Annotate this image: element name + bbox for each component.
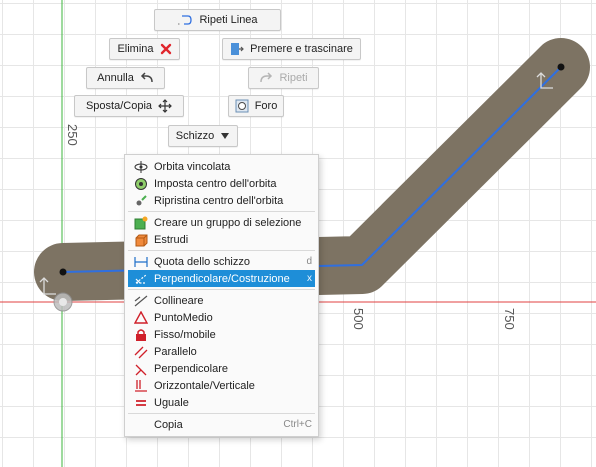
midpoint-icon [133, 310, 149, 326]
menu-item-label: Orizzontale/Verticale [154, 379, 255, 392]
hole-label: Foro [254, 100, 278, 112]
undo-label: Annulla [97, 72, 134, 84]
repeat-line-label: Ripeti Linea [199, 14, 258, 26]
dropdown-triangle-icon [220, 132, 230, 140]
menu-item-normal-construction[interactable]: Perpendicolare/Costruzione x [128, 270, 315, 287]
orbit-constrained-icon [133, 159, 149, 175]
sketch-label: Schizzo [175, 130, 215, 142]
press-pull-button[interactable]: Premere e trascinare [222, 38, 361, 60]
menu-item-label: Perpendicolare [154, 362, 228, 375]
origin-center [59, 298, 67, 306]
sketch-point-end[interactable] [557, 63, 565, 71]
fix-unfix-icon [133, 327, 149, 343]
menu-item-shortcut: x [307, 273, 312, 284]
menu-item-label: Collineare [154, 294, 204, 307]
menu-item-label: Parallelo [154, 345, 197, 358]
menu-item-shortcut: d [306, 256, 312, 267]
axis-label-500: 500 [351, 308, 366, 330]
sketch-dropdown-button[interactable]: Schizzo [168, 125, 238, 147]
redo-arrow-icon [259, 72, 273, 84]
delete-button[interactable]: Elimina [109, 38, 180, 60]
menu-item-copy[interactable]: Copia Ctrl+C [128, 416, 315, 433]
axis-label-750: 750 [502, 308, 517, 330]
menu-item-label: Creare un gruppo di selezione [154, 216, 302, 229]
repeat-line-button[interactable]: Ripeti Linea [154, 9, 281, 31]
horizontal-vertical-icon [133, 378, 149, 394]
menu-item-orbit-constrained[interactable]: Orbita vincolata [128, 158, 315, 175]
orbit-center-icon [133, 176, 149, 192]
menu-item-label: Perpendicolare/Costruzione [154, 272, 290, 285]
sketch-dimension-icon [133, 254, 149, 270]
menu-item-set-orbit-center[interactable]: Imposta centro dell'orbita [128, 175, 315, 192]
move-copy-label: Sposta/Copia [85, 100, 153, 112]
menu-item-fix-unfix[interactable]: Fisso/mobile [128, 326, 315, 343]
menu-separator [128, 413, 315, 414]
menu-item-label: Imposta centro dell'orbita [154, 177, 277, 190]
menu-item-midpoint[interactable]: PuntoMedio [128, 309, 315, 326]
collinear-icon [133, 293, 149, 309]
press-pull-icon [230, 41, 244, 57]
parallel-icon [133, 344, 149, 360]
menu-item-label: Fisso/mobile [154, 328, 216, 341]
extrude-icon [133, 232, 149, 248]
menu-item-label: Estrudi [154, 233, 189, 246]
normal-construction-icon [133, 271, 149, 287]
menu-item-label: Copia [154, 418, 183, 431]
press-pull-label: Premere e trascinare [250, 43, 353, 55]
menu-item-shortcut: Ctrl+C [283, 419, 312, 430]
hole-icon [235, 99, 249, 113]
delete-label: Elimina [117, 43, 154, 55]
menu-item-label: Ripristina centro dell'orbita [154, 194, 284, 207]
menu-item-label: Uguale [154, 396, 189, 409]
undo-arrow-icon [140, 72, 154, 84]
redo-button[interactable]: Ripeti [248, 67, 319, 89]
menu-item-label: PuntoMedio [154, 311, 213, 324]
reset-orbit-icon [133, 193, 149, 209]
menu-item-parallel[interactable]: Parallelo [128, 343, 315, 360]
redo-label: Ripeti [279, 72, 308, 84]
selection-group-icon [133, 215, 149, 231]
menu-separator [128, 211, 315, 212]
perpendicular-icon [133, 361, 149, 377]
menu-item-label: Quota dello schizzo [154, 255, 250, 268]
menu-item-extrude[interactable]: Estrudi [128, 231, 315, 248]
sketch-point-start[interactable] [59, 268, 67, 276]
hole-button[interactable]: Foro [228, 95, 284, 117]
context-menu: Orbita vincolata Imposta centro dell'orb… [124, 154, 319, 437]
menu-separator [128, 250, 315, 251]
delete-x-icon [160, 43, 172, 55]
move-copy-button[interactable]: Sposta/Copia [74, 95, 184, 117]
menu-item-collinear[interactable]: Collineare [128, 292, 315, 309]
menu-item-reset-orbit-center[interactable]: Ripristina centro dell'orbita [128, 192, 315, 209]
move-arrows-icon [158, 99, 172, 113]
menu-item-label: Orbita vincolata [154, 160, 231, 173]
menu-item-selection-group[interactable]: Creare un gruppo di selezione [128, 214, 315, 231]
line-icon [177, 14, 193, 26]
menu-item-perpendicular[interactable]: Perpendicolare [128, 360, 315, 377]
menu-separator [128, 289, 315, 290]
axis-label-250: 250 [65, 124, 80, 146]
menu-item-sketch-dimension[interactable]: Quota dello schizzo d [128, 253, 315, 270]
undo-button[interactable]: Annulla [86, 67, 165, 89]
menu-item-equal[interactable]: Uguale [128, 394, 315, 411]
equal-icon [133, 395, 149, 411]
menu-item-horizontal-vertical[interactable]: Orizzontale/Verticale [128, 377, 315, 394]
